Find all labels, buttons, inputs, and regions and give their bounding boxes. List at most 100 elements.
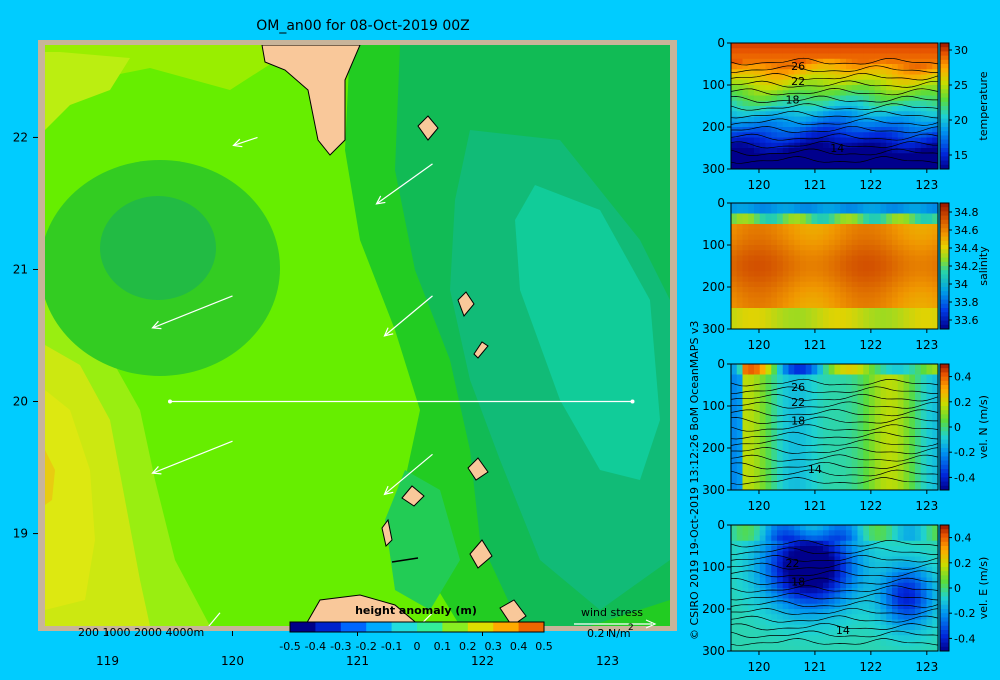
- section-cell: [823, 551, 830, 557]
- section-cell: [857, 218, 864, 225]
- height-colorbar-tick: 0.2: [459, 640, 477, 653]
- section-cell: [736, 287, 743, 293]
- section-cell: [903, 121, 910, 128]
- section-cell: [788, 111, 795, 117]
- section-cell: [880, 111, 887, 117]
- section-cell: [828, 385, 835, 391]
- section-cell: [846, 224, 853, 230]
- section-cell: [788, 43, 795, 49]
- section-cell: [823, 121, 830, 128]
- section-cell: [828, 598, 835, 605]
- section-cell: [851, 369, 858, 375]
- section-cell: [846, 218, 853, 225]
- section-cell: [788, 281, 795, 288]
- section-cell: [857, 250, 864, 256]
- section-cell: [800, 318, 807, 325]
- section-cell: [892, 369, 899, 375]
- section-cell: [759, 111, 766, 117]
- section-cell: [834, 43, 841, 49]
- section-cell: [771, 479, 778, 486]
- section-cell: [731, 474, 738, 480]
- section-cell: [759, 48, 766, 54]
- section-cell: [834, 245, 841, 251]
- section-cell: [742, 281, 749, 288]
- section-cell: [800, 540, 807, 547]
- section-cell: [736, 614, 743, 620]
- section-cell: [886, 234, 893, 241]
- section-cell: [851, 142, 858, 149]
- section-cell: [782, 250, 789, 256]
- section-cell: [828, 442, 835, 449]
- colorbar-bin: [940, 207, 949, 212]
- colorbar-bin: [940, 469, 949, 474]
- section-cell: [777, 245, 784, 251]
- section-cell: [800, 364, 807, 370]
- section-cell: [926, 427, 933, 433]
- colorbar-bin: [940, 525, 949, 530]
- section-cell: [736, 540, 743, 547]
- section-cell: [880, 271, 887, 277]
- section-cell: [788, 218, 795, 225]
- section-cell: [909, 218, 916, 225]
- section-cell: [932, 142, 939, 149]
- section-cell: [823, 229, 830, 235]
- section-cell: [886, 43, 893, 49]
- section-y-tick-label: 200: [702, 280, 725, 294]
- section-cell: [874, 577, 881, 584]
- section-cell: [863, 250, 870, 256]
- section-cell: [805, 116, 812, 123]
- section-cell: [759, 302, 766, 309]
- section-cell: [765, 85, 772, 91]
- section-cell: [915, 640, 922, 647]
- section-cell: [771, 218, 778, 225]
- section-cell: [765, 111, 772, 117]
- section-cell: [765, 245, 772, 251]
- section-cell: [834, 287, 841, 293]
- section-cell: [886, 106, 893, 112]
- section-cell: [754, 271, 761, 277]
- section-cell: [834, 421, 841, 428]
- section-cell: [823, 458, 830, 465]
- section-cell: [874, 281, 881, 288]
- section-cell: [823, 582, 830, 589]
- section-cell: [915, 395, 922, 402]
- section-cell: [777, 614, 784, 620]
- section-cell: [834, 121, 841, 128]
- section-cell: [731, 218, 738, 225]
- section-cell: [788, 158, 795, 165]
- section-cell: [765, 281, 772, 288]
- section-cell: [874, 287, 881, 293]
- section-cell: [846, 297, 853, 304]
- section-cell: [840, 525, 847, 531]
- section-cell: [932, 208, 939, 214]
- section-cell: [754, 561, 761, 568]
- section-cell: [817, 390, 824, 396]
- section-cell: [771, 213, 778, 220]
- section-cell: [771, 603, 778, 610]
- section-cell: [731, 385, 738, 391]
- contour-label: 26: [791, 381, 805, 394]
- section-cell: [736, 635, 743, 641]
- section-cell: [926, 619, 933, 626]
- section-cell: [897, 255, 904, 262]
- section-cell: [800, 132, 807, 138]
- section-cell: [926, 530, 933, 536]
- section-cell: [846, 292, 853, 298]
- section-cell: [777, 218, 784, 225]
- section-cell: [874, 561, 881, 568]
- section-cell: [805, 287, 812, 293]
- section-cell: [759, 260, 766, 267]
- colorbar-tick-label: 20: [954, 114, 968, 127]
- section-cell: [909, 619, 916, 626]
- section-cell: [874, 255, 881, 262]
- colorbar-tick-label: 33.8: [954, 296, 979, 309]
- section-cell: [759, 469, 766, 475]
- section-cell: [765, 229, 772, 235]
- section-cell: [851, 302, 858, 309]
- section-cell: [892, 442, 899, 449]
- section-cell: [903, 276, 910, 283]
- section-cell: [736, 379, 743, 386]
- section-cell: [817, 234, 824, 241]
- section-cell: [834, 546, 841, 552]
- section-cell: [857, 313, 864, 319]
